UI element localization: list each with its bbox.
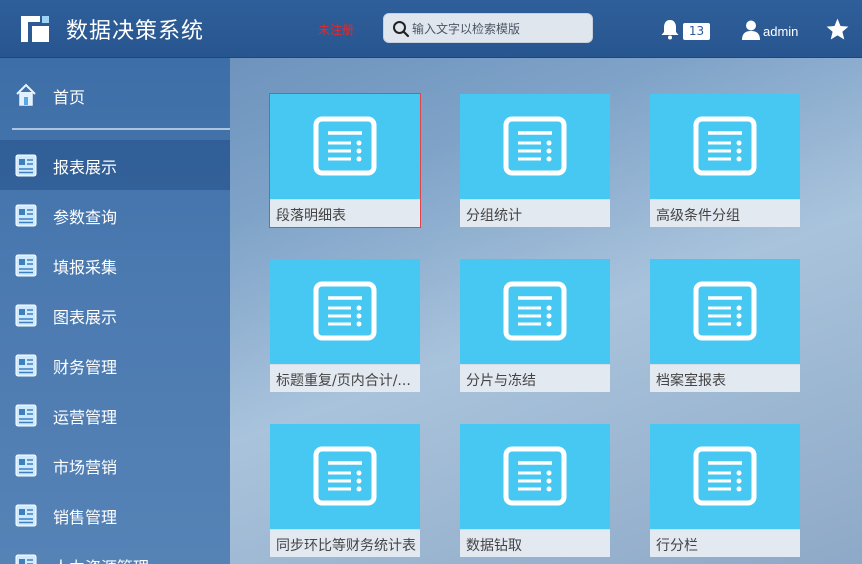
sidebar-item-label: 首页	[53, 88, 86, 107]
tile-thumbnail	[460, 94, 610, 199]
notification-badge[interactable]: 13	[683, 23, 710, 40]
top-header: 数据决策系统 未注册 13 admin	[0, 0, 862, 58]
sidebar-item-label: 销售管理	[53, 508, 118, 527]
report-icon	[15, 404, 37, 427]
template-tile[interactable]: 数据钻取	[460, 424, 610, 557]
tile-label: 档案室报表	[656, 373, 726, 389]
report-icon	[15, 354, 37, 377]
template-tile[interactable]: 标题重复/页内合计/...	[270, 259, 420, 392]
tile-caption: 段落明细表	[270, 199, 420, 227]
report-icon	[15, 254, 37, 277]
sidebar-item-operations[interactable]: 运营管理	[0, 390, 230, 440]
tile-thumbnail	[270, 424, 420, 529]
tile-caption: 分片与冻结	[460, 364, 610, 392]
bell-icon[interactable]	[659, 18, 681, 40]
app-logo-icon[interactable]	[18, 12, 52, 46]
sidebar-item-sales[interactable]: 销售管理	[0, 490, 230, 540]
template-tile[interactable]: 行分栏	[650, 424, 800, 557]
sidebar-item-label: 报表展示	[53, 158, 118, 177]
sidebar-item-label: 人力资源管理	[53, 554, 149, 564]
sidebar-item-report-display[interactable]: 报表展示	[0, 140, 230, 190]
document-icon	[693, 281, 757, 341]
report-icon	[15, 304, 37, 327]
document-icon	[693, 116, 757, 176]
template-tile[interactable]: 段落明细表	[269, 93, 421, 228]
report-icon	[15, 204, 37, 227]
tile-label: 数据钻取	[466, 538, 522, 554]
document-icon	[503, 116, 567, 176]
template-tile[interactable]: 档案室报表	[650, 259, 800, 392]
template-tile[interactable]: 分片与冻结	[460, 259, 610, 392]
sidebar-item-label: 运营管理	[53, 408, 118, 427]
sidebar-item-hr[interactable]: 人力资源管理	[0, 540, 230, 564]
search-icon	[393, 21, 410, 38]
tile-thumbnail	[270, 259, 420, 364]
username-label[interactable]: admin	[763, 24, 798, 39]
sidebar-item-chart-display[interactable]: 图表展示	[0, 290, 230, 340]
sidebar-item-marketing[interactable]: 市场营销	[0, 440, 230, 490]
tile-caption: 数据钻取	[460, 529, 610, 557]
report-icon	[15, 154, 37, 177]
template-tile[interactable]: 分组统计	[460, 94, 610, 227]
sidebar-item-label: 图表展示	[53, 308, 118, 327]
tile-thumbnail	[460, 259, 610, 364]
report-icon	[15, 554, 37, 564]
sidebar-item-param-query[interactable]: 参数查询	[0, 190, 230, 240]
sidebar-item-data-entry[interactable]: 填报采集	[0, 240, 230, 290]
document-icon	[503, 281, 567, 341]
tile-thumbnail	[270, 94, 420, 199]
tile-caption: 高级条件分组	[650, 199, 800, 227]
tile-label: 标题重复/页内合计/...	[276, 373, 411, 389]
star-icon[interactable]	[825, 17, 850, 42]
tile-caption: 行分栏	[650, 529, 800, 557]
sidebar-item-finance[interactable]: 财务管理	[0, 340, 230, 390]
app-title: 数据决策系统	[66, 19, 205, 44]
tile-thumbnail	[460, 424, 610, 529]
document-icon	[313, 116, 377, 176]
template-tile[interactable]: 高级条件分组	[650, 94, 800, 227]
sidebar-divider	[12, 128, 230, 130]
tile-caption: 档案室报表	[650, 364, 800, 392]
template-tile[interactable]: 同步环比等财务统计表	[270, 424, 420, 557]
home-icon	[16, 83, 36, 106]
sidebar-item-label: 市场营销	[53, 458, 118, 477]
document-icon	[693, 446, 757, 506]
sidebar-item-home[interactable]: 首页	[0, 70, 230, 120]
report-icon	[15, 454, 37, 477]
tile-label: 分组统计	[466, 208, 522, 224]
tile-label: 行分栏	[656, 538, 698, 554]
sidebar-item-label: 参数查询	[53, 208, 118, 227]
tile-label: 段落明细表	[276, 208, 346, 224]
sidebar: 首页 报表展示 参数查询 填报采集 图表展示 财务管理 运营管理 市场营销 销售…	[0, 58, 230, 564]
search-box[interactable]	[383, 13, 593, 43]
user-icon[interactable]	[740, 19, 762, 41]
tile-caption: 分组统计	[460, 199, 610, 227]
document-icon	[313, 281, 377, 341]
report-icon	[15, 504, 37, 527]
tile-thumbnail	[650, 424, 800, 529]
unregistered-link[interactable]: 未注册	[318, 21, 354, 38]
sidebar-item-label: 填报采集	[53, 258, 118, 277]
document-icon	[313, 446, 377, 506]
tile-label: 分片与冻结	[466, 373, 536, 389]
tile-caption: 标题重复/页内合计/...	[270, 364, 420, 392]
tile-thumbnail	[650, 94, 800, 199]
tile-caption: 同步环比等财务统计表	[270, 529, 420, 557]
tile-label: 高级条件分组	[656, 208, 740, 224]
tile-label: 同步环比等财务统计表	[276, 538, 416, 554]
document-icon	[503, 446, 567, 506]
search-input[interactable]	[412, 18, 587, 39]
tile-thumbnail	[650, 259, 800, 364]
sidebar-item-label: 财务管理	[53, 358, 118, 377]
